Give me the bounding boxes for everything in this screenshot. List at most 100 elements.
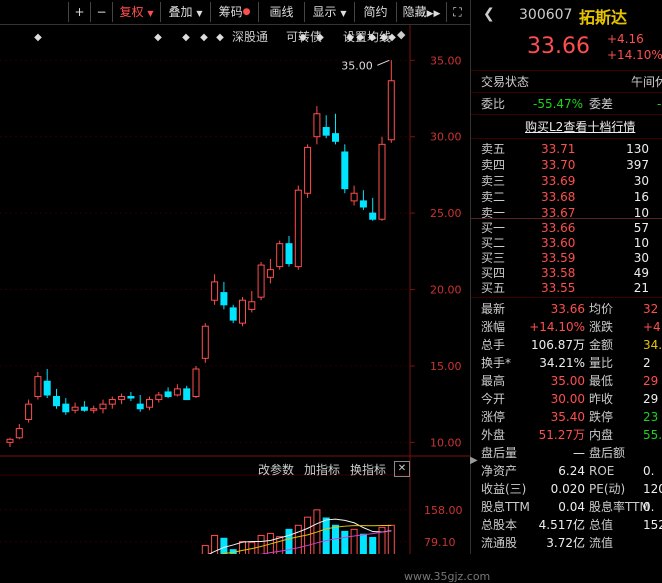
stat-value: 34.21%	[539, 356, 585, 370]
divider	[471, 297, 662, 298]
stat-row: 收益(三) 0.020 PE(动) 120	[471, 480, 662, 498]
stat-label: 涨跌	[589, 320, 614, 334]
stat-label: 昨收	[589, 392, 614, 406]
volume-bar	[387, 524, 395, 554]
order-volume: 10	[633, 236, 649, 250]
candle-body	[257, 264, 265, 298]
current-price: 33.66	[527, 34, 590, 59]
order-price: 33.60	[541, 236, 576, 250]
stat-value: 6.24	[558, 464, 585, 478]
candle-body	[155, 394, 163, 401]
kline-chart-panel[interactable]: 深股通 可转债 设置均线 ◆ 35.00 30.00 25.00 20.00 15.00…	[0, 25, 490, 583]
order-volume: 397	[626, 158, 649, 172]
stat-value: 106.87万	[531, 338, 585, 352]
stat-row: 涨停 35.40 跌停 23	[471, 408, 662, 426]
xianshi-label: 显示	[312, 5, 337, 19]
stat-value: 0.	[643, 464, 655, 478]
order-price: 33.69	[541, 174, 576, 188]
order-price: 33.55	[541, 281, 576, 295]
weibi-row: 委比 -55.47% 委差 -	[471, 95, 662, 113]
stat-row: 换手* 34.21% 量比 2	[471, 354, 662, 372]
weibi-label: 委比	[481, 97, 506, 111]
order-volume: 30	[633, 174, 649, 188]
stat-value: 2	[643, 356, 651, 370]
volume-bar	[341, 530, 349, 554]
xianshi-dropdown[interactable]: 显示 ▼	[304, 2, 354, 22]
price-tick-label: 30.00	[430, 131, 462, 144]
stat-label: 最低	[589, 374, 614, 388]
stat-row: 流通股 3.72亿 流值	[471, 534, 662, 552]
stat-label: PE(动)	[589, 482, 626, 496]
stat-row: 总股本 4.517亿 总值 152.	[471, 516, 662, 534]
stat-row: 净资产 6.24 ROE 0.	[471, 462, 662, 480]
buy-order-row[interactable]: 买五 33.55 21	[471, 280, 662, 296]
stat-label: ROE	[589, 464, 615, 478]
chouma-button[interactable]: 筹码●	[210, 2, 258, 22]
event-marker-icon: ◆	[388, 32, 396, 43]
sell-order-row[interactable]: 卖二 33.68 16	[471, 189, 662, 205]
stat-label: 涨停	[481, 410, 506, 424]
price-tick-label: 15.00	[430, 360, 462, 373]
candle-body	[25, 403, 33, 420]
diejia-label: 叠加	[168, 5, 193, 19]
order-price: 33.66	[541, 221, 576, 235]
price-change-pct: +14.10%	[607, 48, 662, 62]
volume-bar	[220, 537, 228, 554]
stat-value: 3.72亿	[546, 536, 585, 550]
buy-order-row[interactable]: 买四 33.58 49	[471, 265, 662, 281]
indicator-tick-label: 158.00	[424, 504, 463, 517]
sell-order-row[interactable]: 卖三 33.69 30	[471, 173, 662, 189]
zoom-in-button[interactable]: +	[68, 2, 90, 22]
price-change: +4.16	[607, 32, 644, 46]
stat-value: 55.6	[643, 428, 662, 442]
zoom-out-button[interactable]: −	[90, 2, 112, 22]
buy-order-row[interactable]: 买三 33.59 30	[471, 250, 662, 266]
back-chevron-icon[interactable]: ❮	[483, 6, 495, 22]
stat-value: 23	[643, 410, 659, 424]
stat-value: 34.6	[643, 338, 662, 352]
candle-body	[248, 301, 256, 310]
huan-zhibiao-button[interactable]: 换指标	[350, 461, 386, 478]
stat-value: 32	[643, 302, 659, 316]
stat-value: 0.04	[558, 500, 585, 514]
stat-label: 今开	[481, 392, 506, 406]
divider	[471, 70, 662, 71]
weibi-value: -55.47%	[533, 97, 584, 111]
candle-body	[359, 200, 367, 208]
jia-zhibiao-button[interactable]: 加指标	[304, 461, 340, 478]
huaxian-button[interactable]: 画线	[258, 2, 304, 22]
order-price: 33.68	[541, 190, 576, 204]
sell-order-row[interactable]: 卖五 33.71 130	[471, 141, 662, 157]
buy-order-row[interactable]: 买一 33.66 57	[471, 220, 662, 236]
status-label: 交易状态	[481, 75, 530, 89]
event-marker-icon: ◆	[200, 32, 208, 43]
buy-l2-link[interactable]: 购买L2查看十档行情	[525, 118, 635, 135]
candle-body	[220, 292, 228, 306]
candle-body	[341, 151, 349, 190]
fuquan-dropdown[interactable]: 复权 ▼	[112, 2, 160, 22]
yincang-button[interactable]: 隐藏▶▶	[396, 2, 446, 22]
weicha-value: -	[657, 97, 662, 111]
volume-bar	[239, 541, 246, 554]
fullscreen-button[interactable]: ⛶	[446, 2, 468, 22]
yincang-label: 隐藏	[402, 5, 427, 19]
event-marker-icon: ◆	[154, 32, 162, 43]
weicha-label: 委差	[589, 97, 614, 111]
buy-order-row[interactable]: 买二 33.60 10	[471, 235, 662, 251]
event-marker-icon: ◆	[34, 32, 42, 43]
candle-body	[146, 399, 153, 408]
candle-body	[183, 388, 191, 401]
stat-label: 量比	[589, 356, 614, 370]
stat-label: 最新	[481, 302, 506, 316]
sell-order-row[interactable]: 卖四 33.70 397	[471, 157, 662, 173]
diejia-dropdown[interactable]: 叠加 ▼	[160, 2, 210, 22]
stat-value: 33.66	[550, 302, 585, 316]
watermark: www.35gjz.com	[404, 570, 491, 583]
gai-canshu-button[interactable]: 改参数	[258, 461, 294, 478]
close-indicator-button[interactable]: ✕	[394, 461, 410, 477]
order-price: 33.59	[541, 251, 576, 265]
jianyue-button[interactable]: 简约	[354, 2, 396, 22]
splitter-arrow-icon[interactable]: ▶	[470, 455, 478, 466]
volume-bar	[369, 536, 377, 554]
order-label: 卖五	[481, 142, 506, 156]
